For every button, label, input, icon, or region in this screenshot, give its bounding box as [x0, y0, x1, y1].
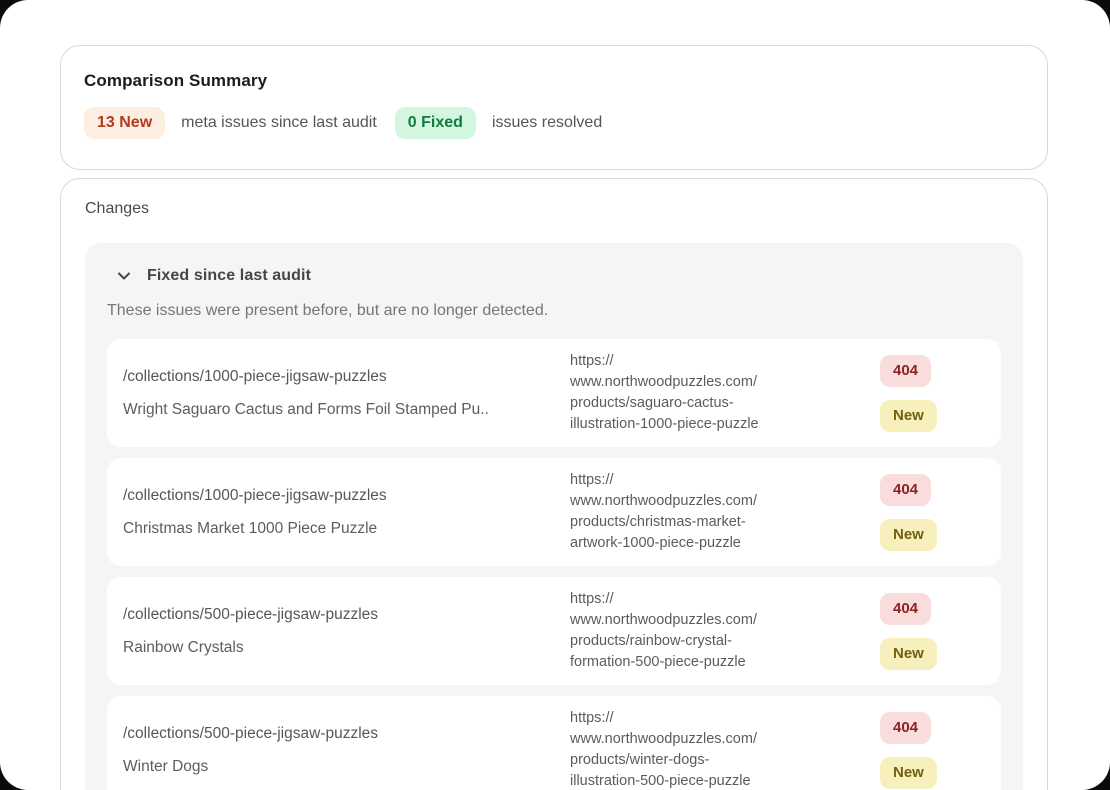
- issue-url: https:// www.northwoodpuzzles.com/ produ…: [570, 589, 880, 673]
- issue-badges: 404 New: [880, 470, 985, 554]
- change-badge: New: [880, 757, 937, 789]
- comparison-summary-card: Comparison Summary 13 New meta issues si…: [60, 45, 1048, 170]
- issue-path: /collections/500-piece-jigsaw-puzzles: [123, 605, 546, 625]
- status-badge: 404: [880, 355, 931, 387]
- issue-badges: 404 New: [880, 589, 985, 673]
- changes-card: Changes Fixed since last audit These iss…: [60, 178, 1048, 790]
- issue-url: https:// www.northwoodpuzzles.com/ produ…: [570, 470, 880, 554]
- comparison-summary-title: Comparison Summary: [84, 71, 1024, 91]
- issue-row[interactable]: /collections/1000-piece-jigsaw-puzzles C…: [107, 458, 1001, 566]
- issue-badges: 404 New: [880, 351, 985, 435]
- issue-row[interactable]: /collections/500-piece-jigsaw-puzzles Wi…: [107, 696, 1001, 790]
- changes-heading: Changes: [85, 197, 1023, 221]
- summary-stats-row: 13 New meta issues since last audit 0 Fi…: [84, 107, 1024, 139]
- issue-path: /collections/1000-piece-jigsaw-puzzles: [123, 367, 546, 387]
- issue-title: Rainbow Crystals: [123, 638, 546, 658]
- status-badge: 404: [880, 712, 931, 744]
- status-badge: 404: [880, 593, 931, 625]
- change-badge: New: [880, 638, 937, 670]
- change-badge: New: [880, 519, 937, 551]
- issue-title: Winter Dogs: [123, 757, 546, 777]
- issue-page-info: /collections/1000-piece-jigsaw-puzzles C…: [123, 470, 570, 554]
- issue-row[interactable]: /collections/1000-piece-jigsaw-puzzles W…: [107, 339, 1001, 447]
- audit-dialog: Comparison Summary 13 New meta issues si…: [0, 0, 1110, 790]
- issue-path: /collections/500-piece-jigsaw-puzzles: [123, 724, 546, 744]
- new-issues-caption: meta issues since last audit: [181, 114, 377, 132]
- issue-url: https:// www.northwoodpuzzles.com/ produ…: [570, 708, 880, 790]
- issue-page-info: /collections/500-piece-jigsaw-puzzles Ra…: [123, 589, 570, 673]
- fixed-since-last-audit-panel: Fixed since last audit These issues were…: [85, 243, 1023, 790]
- new-issues-badge: 13 New: [84, 107, 165, 139]
- issue-path: /collections/1000-piece-jigsaw-puzzles: [123, 486, 546, 506]
- fixed-section-toggle[interactable]: Fixed since last audit: [107, 267, 1001, 285]
- issue-url: https:// www.northwoodpuzzles.com/ produ…: [570, 351, 880, 435]
- issue-badges: 404 New: [880, 708, 985, 790]
- fixed-issues-badge: 0 Fixed: [395, 107, 476, 139]
- issue-title: Christmas Market 1000 Piece Puzzle: [123, 519, 546, 539]
- issue-list: /collections/1000-piece-jigsaw-puzzles W…: [107, 339, 1001, 790]
- issue-page-info: /collections/1000-piece-jigsaw-puzzles W…: [123, 351, 570, 435]
- issue-page-info: /collections/500-piece-jigsaw-puzzles Wi…: [123, 708, 570, 790]
- fixed-issues-caption: issues resolved: [492, 114, 602, 132]
- issue-title: Wright Saguaro Cactus and Forms Foil Sta…: [123, 400, 546, 420]
- fixed-section-title: Fixed since last audit: [147, 267, 311, 285]
- issue-row[interactable]: /collections/500-piece-jigsaw-puzzles Ra…: [107, 577, 1001, 685]
- status-badge: 404: [880, 474, 931, 506]
- chevron-down-icon: [115, 267, 133, 285]
- fixed-section-description: These issues were present before, but ar…: [107, 299, 1001, 323]
- change-badge: New: [880, 400, 937, 432]
